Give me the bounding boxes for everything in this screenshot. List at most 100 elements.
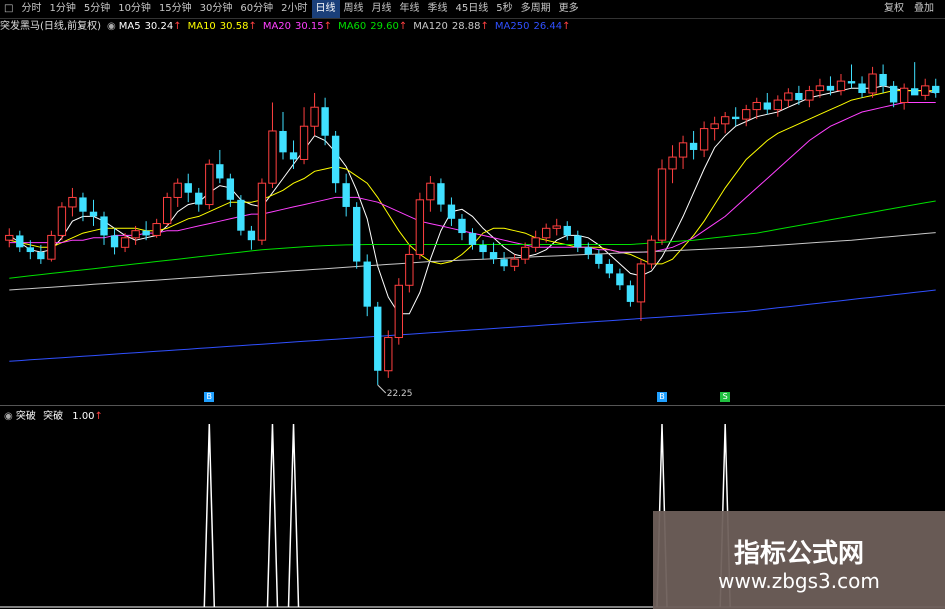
candle[interactable] (120, 233, 130, 253)
candle[interactable] (310, 92, 319, 136)
price-chart[interactable]: 22.25 (0, 36, 945, 404)
candle[interactable] (268, 102, 277, 188)
tab-period-8[interactable]: 日线 (311, 0, 340, 18)
candle[interactable] (100, 211, 108, 245)
candle[interactable] (657, 159, 667, 245)
tab-period-14[interactable]: 5秒 (492, 0, 516, 18)
candle[interactable] (195, 187, 203, 212)
candle[interactable] (626, 280, 635, 307)
candle[interactable] (710, 116, 719, 141)
candle[interactable] (763, 92, 771, 115)
candle[interactable] (205, 159, 214, 210)
tab-period-4[interactable]: 15分钟 (155, 0, 196, 18)
candle[interactable] (732, 107, 740, 127)
candle[interactable] (699, 121, 709, 158)
candle[interactable] (289, 140, 298, 169)
tab-period-6[interactable]: 60分钟 (236, 0, 277, 18)
candle[interactable] (16, 230, 24, 253)
pane-divider[interactable] (0, 405, 945, 406)
candle[interactable] (163, 192, 172, 226)
signal-badge[interactable]: B (204, 392, 215, 402)
candle[interactable] (257, 178, 267, 245)
tab-period-5[interactable]: 30分钟 (196, 0, 237, 18)
candle[interactable] (678, 135, 688, 169)
tab-period-3[interactable]: 10分钟 (114, 0, 155, 18)
candle[interactable] (353, 202, 361, 269)
candle[interactable] (447, 197, 456, 226)
candle[interactable] (342, 173, 350, 217)
candle[interactable] (647, 235, 656, 269)
candle[interactable] (57, 202, 67, 241)
candle[interactable] (299, 107, 309, 165)
candle[interactable] (468, 228, 477, 250)
candle[interactable] (89, 199, 98, 226)
toolbar-right-button-0[interactable]: 复权 (879, 0, 909, 18)
tab-period-15[interactable]: 多周期 (517, 0, 555, 18)
candle[interactable] (479, 240, 487, 260)
settings-icon[interactable]: ◉ (107, 21, 116, 32)
tab-period-13[interactable]: 45日线 (452, 0, 493, 18)
candle[interactable] (584, 242, 592, 260)
signal-badge[interactable]: B (657, 392, 667, 402)
candle[interactable] (795, 85, 803, 105)
tab-period-16[interactable]: 更多 (555, 0, 583, 18)
candle[interactable] (616, 268, 624, 291)
candle[interactable] (636, 259, 646, 321)
candle[interactable] (510, 254, 519, 272)
candle[interactable] (68, 187, 77, 217)
candle[interactable] (836, 73, 846, 96)
toolbar-right-button-1[interactable]: 叠加 (909, 0, 939, 18)
candle[interactable] (216, 149, 224, 184)
candle[interactable] (605, 259, 614, 279)
signal-badge[interactable]: S (720, 392, 731, 402)
candle[interactable] (247, 225, 256, 250)
tab-period-9[interactable]: 周线 (340, 0, 368, 18)
candle[interactable] (773, 95, 782, 117)
candle[interactable] (531, 230, 540, 253)
tab-period-7[interactable]: 2小时 (277, 0, 311, 18)
candle[interactable] (868, 66, 877, 98)
candle[interactable] (405, 244, 414, 293)
candle[interactable] (110, 228, 119, 255)
candle[interactable] (384, 330, 393, 378)
candle[interactable] (689, 130, 698, 160)
candle[interactable] (363, 254, 371, 317)
candle[interactable] (331, 130, 340, 193)
tab-period-0[interactable]: 分时 (17, 0, 45, 18)
candle[interactable] (47, 230, 56, 262)
candle[interactable] (899, 83, 909, 110)
candle[interactable] (574, 230, 582, 253)
candle[interactable] (489, 242, 498, 264)
candle[interactable] (426, 176, 435, 212)
tab-period-11[interactable]: 年线 (396, 0, 424, 18)
candle[interactable] (910, 62, 919, 96)
candle[interactable] (173, 178, 182, 207)
candle[interactable] (237, 195, 245, 236)
candle[interactable] (932, 78, 940, 98)
candle[interactable] (858, 76, 866, 98)
candle[interactable] (784, 88, 793, 108)
candle[interactable] (394, 278, 403, 345)
candle[interactable] (879, 64, 887, 93)
candle[interactable] (847, 64, 856, 89)
candle[interactable] (5, 228, 14, 248)
candle[interactable] (921, 78, 930, 101)
candle[interactable] (184, 173, 192, 203)
candle[interactable] (415, 192, 425, 260)
panel-toggle-icon[interactable]: □ (0, 0, 17, 18)
tab-period-1[interactable]: 1分钟 (45, 0, 79, 18)
candle[interactable] (720, 111, 730, 134)
candle[interactable] (595, 249, 603, 269)
candle[interactable] (805, 85, 814, 108)
candle[interactable] (279, 111, 287, 160)
candle[interactable] (321, 97, 329, 146)
tab-period-12[interactable]: 季线 (424, 0, 452, 18)
candle[interactable] (563, 221, 571, 241)
candle[interactable] (437, 178, 445, 212)
candle[interactable] (668, 145, 677, 184)
candle[interactable] (889, 81, 898, 108)
candle[interactable] (500, 252, 508, 272)
candle[interactable] (552, 218, 561, 236)
tab-period-2[interactable]: 5分钟 (80, 0, 114, 18)
candle[interactable] (79, 192, 87, 222)
